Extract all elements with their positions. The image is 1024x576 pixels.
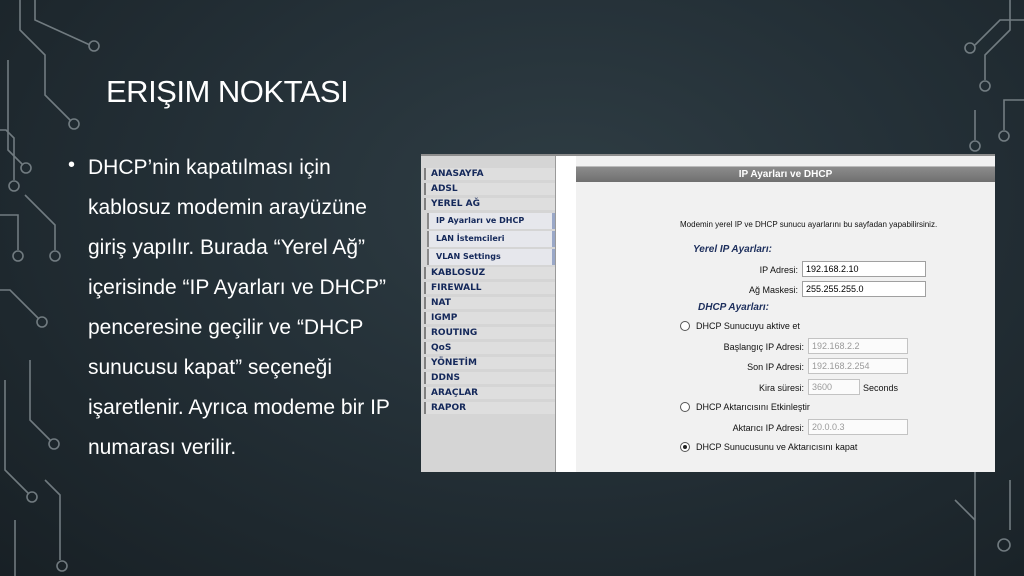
lease-time-label: Kira süresi: bbox=[758, 383, 804, 393]
subnet-mask-label: Ağ Maskesi: bbox=[748, 285, 798, 295]
end-ip-label: Son IP Adresi: bbox=[747, 362, 804, 372]
menu-item-igmp[interactable]: IGMP bbox=[424, 312, 555, 324]
bullet-text: DHCP’nin kapatılması için kablosuz modem… bbox=[88, 156, 390, 459]
menu-item-firewall[interactable]: FIREWALL bbox=[424, 282, 555, 294]
panel-header: IP Ayarları ve DHCP bbox=[576, 166, 995, 182]
submenu-lan-clients[interactable]: LAN İstemcileri bbox=[427, 231, 555, 247]
dhcp-disable-radio[interactable] bbox=[680, 442, 690, 452]
submenu-vlan-settings[interactable]: VLAN Settings bbox=[427, 249, 555, 265]
submenu-ip-dhcp[interactable]: IP Ayarları ve DHCP bbox=[427, 213, 555, 229]
dhcp-section-title: DHCP Ayarları: bbox=[698, 302, 769, 313]
router-screenshot: ANASAYFA ADSL YEREL AĞ IP Ayarları ve DH… bbox=[421, 154, 995, 472]
dhcp-enable-label: DHCP Sunucuyu aktive et bbox=[696, 321, 800, 331]
bullet-point: • DHCP’nin kapatılması için kablosuz mod… bbox=[68, 148, 398, 468]
relay-ip-label: Aktarıcı IP Adresi: bbox=[732, 423, 804, 433]
router-content-panel: IP Ayarları ve DHCP Modemin yerel IP ve … bbox=[576, 156, 995, 472]
router-sidebar-menu: ANASAYFA ADSL YEREL AĞ IP Ayarları ve DH… bbox=[421, 156, 556, 472]
menu-item-qos[interactable]: QoS bbox=[424, 342, 555, 354]
end-ip-input[interactable] bbox=[808, 358, 908, 374]
menu-item-adsl[interactable]: ADSL bbox=[424, 183, 555, 195]
subnet-mask-input[interactable] bbox=[802, 281, 926, 297]
intro-text: Modemin yerel IP ve DHCP sunucu ayarları… bbox=[680, 220, 938, 229]
dhcp-enable-radio[interactable] bbox=[680, 321, 690, 331]
menu-item-ddns[interactable]: DDNS bbox=[424, 372, 555, 384]
dhcp-relay-label: DHCP Aktarıcısını Etkinleştir bbox=[696, 402, 810, 412]
start-ip-input[interactable] bbox=[808, 338, 908, 354]
dhcp-relay-radio[interactable] bbox=[680, 402, 690, 412]
menu-item-rapor[interactable]: RAPOR bbox=[424, 402, 555, 414]
lease-time-input[interactable] bbox=[808, 379, 860, 395]
bullet-icon: • bbox=[68, 154, 76, 176]
lease-time-unit: Seconds bbox=[863, 383, 899, 393]
menu-item-routing[interactable]: ROUTING bbox=[424, 327, 555, 339]
relay-ip-input[interactable] bbox=[808, 419, 908, 435]
menu-item-kablosuz[interactable]: KABLOSUZ bbox=[424, 267, 555, 279]
ip-address-label: IP Adresi: bbox=[759, 265, 798, 275]
ip-address-input[interactable] bbox=[802, 261, 926, 277]
menu-item-anasayfa[interactable]: ANASAYFA bbox=[424, 168, 555, 180]
menu-item-yerel-ag[interactable]: YEREL AĞ bbox=[424, 198, 555, 210]
slide-title: ERIŞIM NOKTASI bbox=[106, 74, 349, 109]
menu-item-nat[interactable]: NAT bbox=[424, 297, 555, 309]
start-ip-label: Başlangıç IP Adresi: bbox=[723, 342, 804, 352]
dhcp-disable-label: DHCP Sunucusunu ve Aktarıcısını kapat bbox=[696, 442, 858, 452]
menu-item-araclar[interactable]: ARAÇLAR bbox=[424, 387, 555, 399]
local-ip-section-title: Yerel IP Ayarları: bbox=[693, 244, 772, 255]
menu-item-yonetim[interactable]: YÖNETİM bbox=[424, 357, 555, 369]
